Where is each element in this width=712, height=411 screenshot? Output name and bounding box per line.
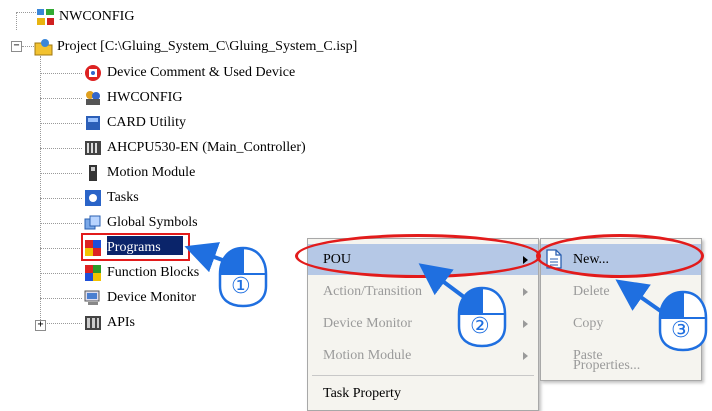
tree-item-ahcpu530-en-main-controller[interactable]: AHCPU530-EN (Main_Controller) [84, 137, 306, 159]
tree-connector [40, 248, 82, 249]
submenu-arrow-icon [523, 351, 528, 360]
tree-connector [40, 173, 82, 174]
expand-apis-toggle[interactable]: + [35, 320, 46, 331]
tree-connector [40, 298, 82, 299]
step-2-label: ② [470, 314, 490, 339]
mouse-icon: ② [457, 286, 507, 348]
submenu-arrow-icon [523, 319, 528, 328]
function-blocks-icon [84, 264, 102, 282]
tree-connector [40, 223, 82, 224]
tree-connector [40, 198, 82, 199]
tree-item-label: Programs [107, 240, 161, 255]
mouse-icon: ③ [658, 290, 708, 352]
mouse-icon: ① [218, 246, 268, 308]
submenu-item-properties[interactable]: Properties... [541, 358, 701, 380]
apis-icon [84, 314, 102, 332]
tree-item-tasks[interactable]: Tasks [84, 187, 139, 209]
motion-module-icon [84, 164, 102, 182]
tree-item-card-utility[interactable]: CARD Utility [84, 112, 186, 134]
tree-item-global-symbols[interactable]: Global Symbols [84, 212, 198, 234]
menu-item-task-property[interactable]: Task Property [308, 378, 538, 409]
nwconfig-icon [36, 8, 54, 26]
tree-item-label: Motion Module [107, 165, 196, 180]
tree-item-label: Tasks [107, 190, 139, 205]
device-monitor-icon [84, 289, 102, 307]
tree-connector [40, 73, 82, 74]
tree-item-nwconfig[interactable]: NWCONFIG [36, 6, 134, 28]
tasks-icon [84, 189, 102, 207]
tree-connector [40, 148, 82, 149]
project-folder-icon [34, 38, 53, 56]
tree-item-apis[interactable]: APIs [84, 312, 135, 334]
tree-item-label: Device Comment & Used Device [107, 65, 296, 80]
tree-item-function-blocks[interactable]: Function Blocks [84, 262, 199, 284]
tree-item-device-monitor[interactable]: Device Monitor [84, 287, 196, 309]
tree-item-label: NWCONFIG [59, 9, 135, 24]
tree-item-label: AHCPU530-EN (Main_Controller) [107, 140, 306, 155]
tree-item-label: CARD Utility [107, 115, 186, 130]
project-tree: NWCONFIG − Project [C:\Gluing_System_C\G… [0, 0, 357, 409]
hwconfig-icon [84, 89, 102, 107]
tree-item-label: Device Monitor [107, 290, 197, 305]
tree-item-hwconfig[interactable]: HWCONFIG [84, 87, 182, 109]
tree-item-project[interactable]: Project [C:\Gluing_System_C\Gluing_Syste… [34, 36, 357, 58]
tree-item-label: Function Blocks [107, 265, 200, 280]
new-highlight-oval [536, 234, 704, 278]
step-3-label: ③ [671, 318, 691, 343]
step-1-label: ① [231, 274, 251, 299]
tree-connector [40, 98, 82, 99]
tree-item-device-comment-used-device[interactable]: Device Comment & Used Device [84, 62, 295, 84]
tree-item-motion-module[interactable]: Motion Module [84, 162, 195, 184]
menu-separator [312, 375, 534, 376]
tree-connector [40, 323, 82, 324]
tree-item-label: APIs [107, 315, 136, 330]
tree-item-label: Global Symbols [107, 215, 198, 230]
submenu-arrow-icon [523, 287, 528, 296]
collapse-project-toggle[interactable]: − [11, 41, 22, 52]
global-symbols-icon [84, 214, 102, 232]
tree-item-label: HWCONFIG [107, 90, 183, 105]
card-utility-icon [84, 114, 102, 132]
cpu-module-icon [84, 139, 102, 157]
pou-highlight-oval [295, 234, 541, 278]
tree-item-label: Project [C:\Gluing_System_C\Gluing_Syste… [57, 39, 358, 54]
device-comment-icon [84, 64, 102, 82]
tree-connector [40, 273, 82, 274]
tree-connector [40, 123, 82, 124]
